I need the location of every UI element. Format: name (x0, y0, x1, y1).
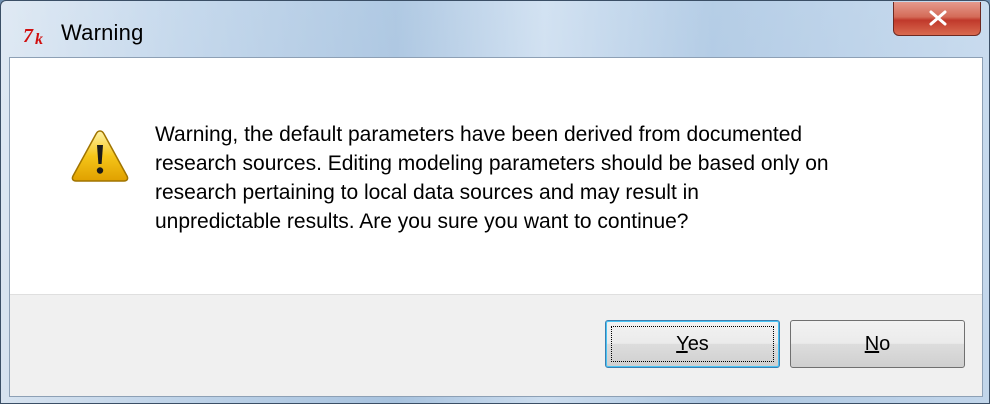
warning-triangle-icon (71, 130, 129, 182)
tk-feather-icon: 7 k (23, 25, 43, 47)
close-icon (929, 10, 947, 26)
warning-message: Warning, the default parameters have bee… (155, 120, 945, 236)
message-line: research pertaining to local data source… (155, 181, 699, 204)
no-button[interactable]: No (790, 320, 965, 368)
warning-dialog: 7 k Warning Warning, the default paramet… (0, 0, 990, 404)
svg-text:7: 7 (23, 25, 34, 47)
no-label-rest: o (879, 333, 891, 355)
title-bar[interactable]: 7 k Warning (1, 1, 989, 59)
message-area: Warning, the default parameters have bee… (10, 58, 982, 294)
window-title: Warning (61, 20, 144, 45)
no-button-label: No (865, 321, 891, 367)
button-bar: Yes No (10, 294, 982, 396)
no-mnemonic: N (864, 333, 880, 355)
close-button[interactable] (893, 2, 981, 36)
yes-mnemonic: Y (676, 333, 688, 355)
yes-button-label: Yes (676, 321, 709, 367)
message-line: Warning, the default parameters have bee… (155, 123, 803, 146)
message-line: research sources. Editing modeling param… (155, 152, 829, 175)
dialog-client-area: Warning, the default parameters have bee… (9, 57, 983, 397)
yes-label-rest: es (687, 333, 709, 355)
yes-button[interactable]: Yes (605, 320, 780, 368)
message-line: unpredictable results. Are you sure you … (155, 210, 689, 233)
svg-text:k: k (35, 31, 43, 47)
